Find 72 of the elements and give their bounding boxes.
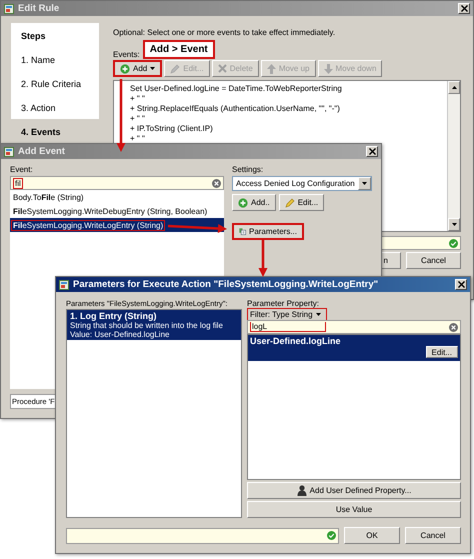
instruction-text: Optional: Select one or more events to take effect immediately. bbox=[113, 28, 336, 37]
property-search-field[interactable]: logL bbox=[247, 320, 461, 334]
event-line: + String.ReplaceIfEquals (Authentication.UserName, "", "-") bbox=[130, 104, 341, 114]
valid-check-icon bbox=[327, 531, 336, 540]
events-label: Events: bbox=[113, 50, 140, 59]
parameter-description: String that should be written into the log file bbox=[70, 321, 224, 330]
toolbar-button[interactable]: Add bbox=[113, 60, 162, 77]
callout-label: Add > Event bbox=[142, 40, 215, 59]
event-result-item[interactable]: Body.ToFile (String) bbox=[10, 190, 224, 204]
event-line: Set User-Defined.logLine = DateTime.ToWebReporterString bbox=[130, 84, 343, 94]
caret-icon bbox=[316, 313, 321, 316]
close-icon bbox=[458, 281, 464, 288]
pencil-icon bbox=[170, 64, 180, 74]
valid-check-icon bbox=[449, 238, 458, 248]
close-button[interactable] bbox=[455, 279, 467, 290]
settings-label: Settings: bbox=[232, 165, 264, 174]
window-title: Edit Rule bbox=[18, 3, 60, 14]
parameter-item[interactable]: 1. Log Entry (String) String that should be written into the log file Value: User-Defined.logLine bbox=[67, 310, 241, 340]
window-icon bbox=[59, 280, 69, 290]
window-title: Parameters for Execute Action "FileSystemLogging.WriteLogEntry" bbox=[73, 279, 380, 290]
delete-icon bbox=[218, 64, 227, 73]
scroll-up-icon bbox=[452, 86, 456, 89]
window-icon bbox=[4, 146, 14, 156]
parameters-icon bbox=[239, 226, 246, 237]
user-icon bbox=[296, 485, 307, 496]
settings-button[interactable]: Edit... bbox=[278, 194, 324, 211]
pencil-icon bbox=[284, 198, 295, 208]
event-line: + " " bbox=[130, 134, 146, 144]
event-line: + " " bbox=[130, 94, 146, 104]
step-item[interactable]: 3. Action bbox=[11, 95, 99, 119]
add-property-button[interactable]: Add User Defined Property... bbox=[247, 482, 461, 499]
close-button[interactable] bbox=[458, 3, 470, 14]
property-label: Parameter Property: bbox=[247, 299, 320, 308]
add-icon bbox=[120, 64, 130, 74]
step-item[interactable]: 2. Rule Criteria bbox=[11, 71, 99, 95]
event-result-item[interactable]: FileSystemLogging.WriteDebugEntry (String, Boolean) bbox=[10, 204, 224, 218]
arrow-down-icon bbox=[324, 64, 332, 74]
dialog-button[interactable]: Cancel bbox=[405, 527, 461, 544]
event-line: + " " bbox=[130, 114, 146, 124]
clear-icon[interactable] bbox=[449, 322, 458, 332]
close-icon bbox=[460, 5, 468, 12]
settings-button[interactable]: Add.. bbox=[232, 194, 276, 211]
parameter-name: 1. Log Entry (String) bbox=[70, 311, 158, 321]
close-button[interactable] bbox=[366, 146, 378, 157]
event-line: + IP.ToString (Client.IP) bbox=[130, 124, 214, 134]
annotation-arrow bbox=[168, 224, 227, 234]
event-label: Event: bbox=[10, 165, 34, 174]
event-search-field[interactable]: fil bbox=[10, 176, 224, 190]
scroll-down-icon bbox=[452, 223, 456, 226]
step-item[interactable]: 1. Name bbox=[11, 47, 99, 71]
cancel-button[interactable]: Cancel bbox=[406, 252, 461, 269]
dialog-button[interactable]: OK bbox=[344, 527, 400, 544]
close-icon bbox=[368, 148, 376, 155]
parameter-value: Value: User-Defined.logLine bbox=[70, 330, 170, 339]
steps-heading: Steps bbox=[11, 23, 99, 47]
scrollbar[interactable] bbox=[447, 81, 460, 231]
window-icon bbox=[4, 4, 14, 14]
parameters-button[interactable]: Parameters... bbox=[232, 223, 304, 240]
property-item[interactable]: User-Defined.logLine Edit... bbox=[248, 335, 460, 361]
annotation-arrow bbox=[258, 240, 268, 277]
clear-icon[interactable] bbox=[212, 178, 221, 188]
settings-dropdown[interactable]: Access Denied Log Configuration bbox=[232, 176, 372, 191]
property-name: User-Defined.logLine bbox=[250, 336, 342, 346]
window-title: Add Event bbox=[18, 146, 66, 157]
use-value-button[interactable]: Use Value bbox=[247, 501, 461, 518]
event-result-item[interactable]: FileSystemLogging.WriteLogEntry (String) bbox=[10, 218, 224, 232]
dropdown-caret-icon bbox=[362, 182, 367, 185]
step-item[interactable]: 4. Events bbox=[11, 119, 99, 143]
arrow-up-icon bbox=[266, 64, 276, 74]
edit-button[interactable]: Edit... bbox=[426, 346, 458, 358]
add-icon bbox=[238, 198, 248, 208]
caret-icon bbox=[150, 67, 156, 70]
